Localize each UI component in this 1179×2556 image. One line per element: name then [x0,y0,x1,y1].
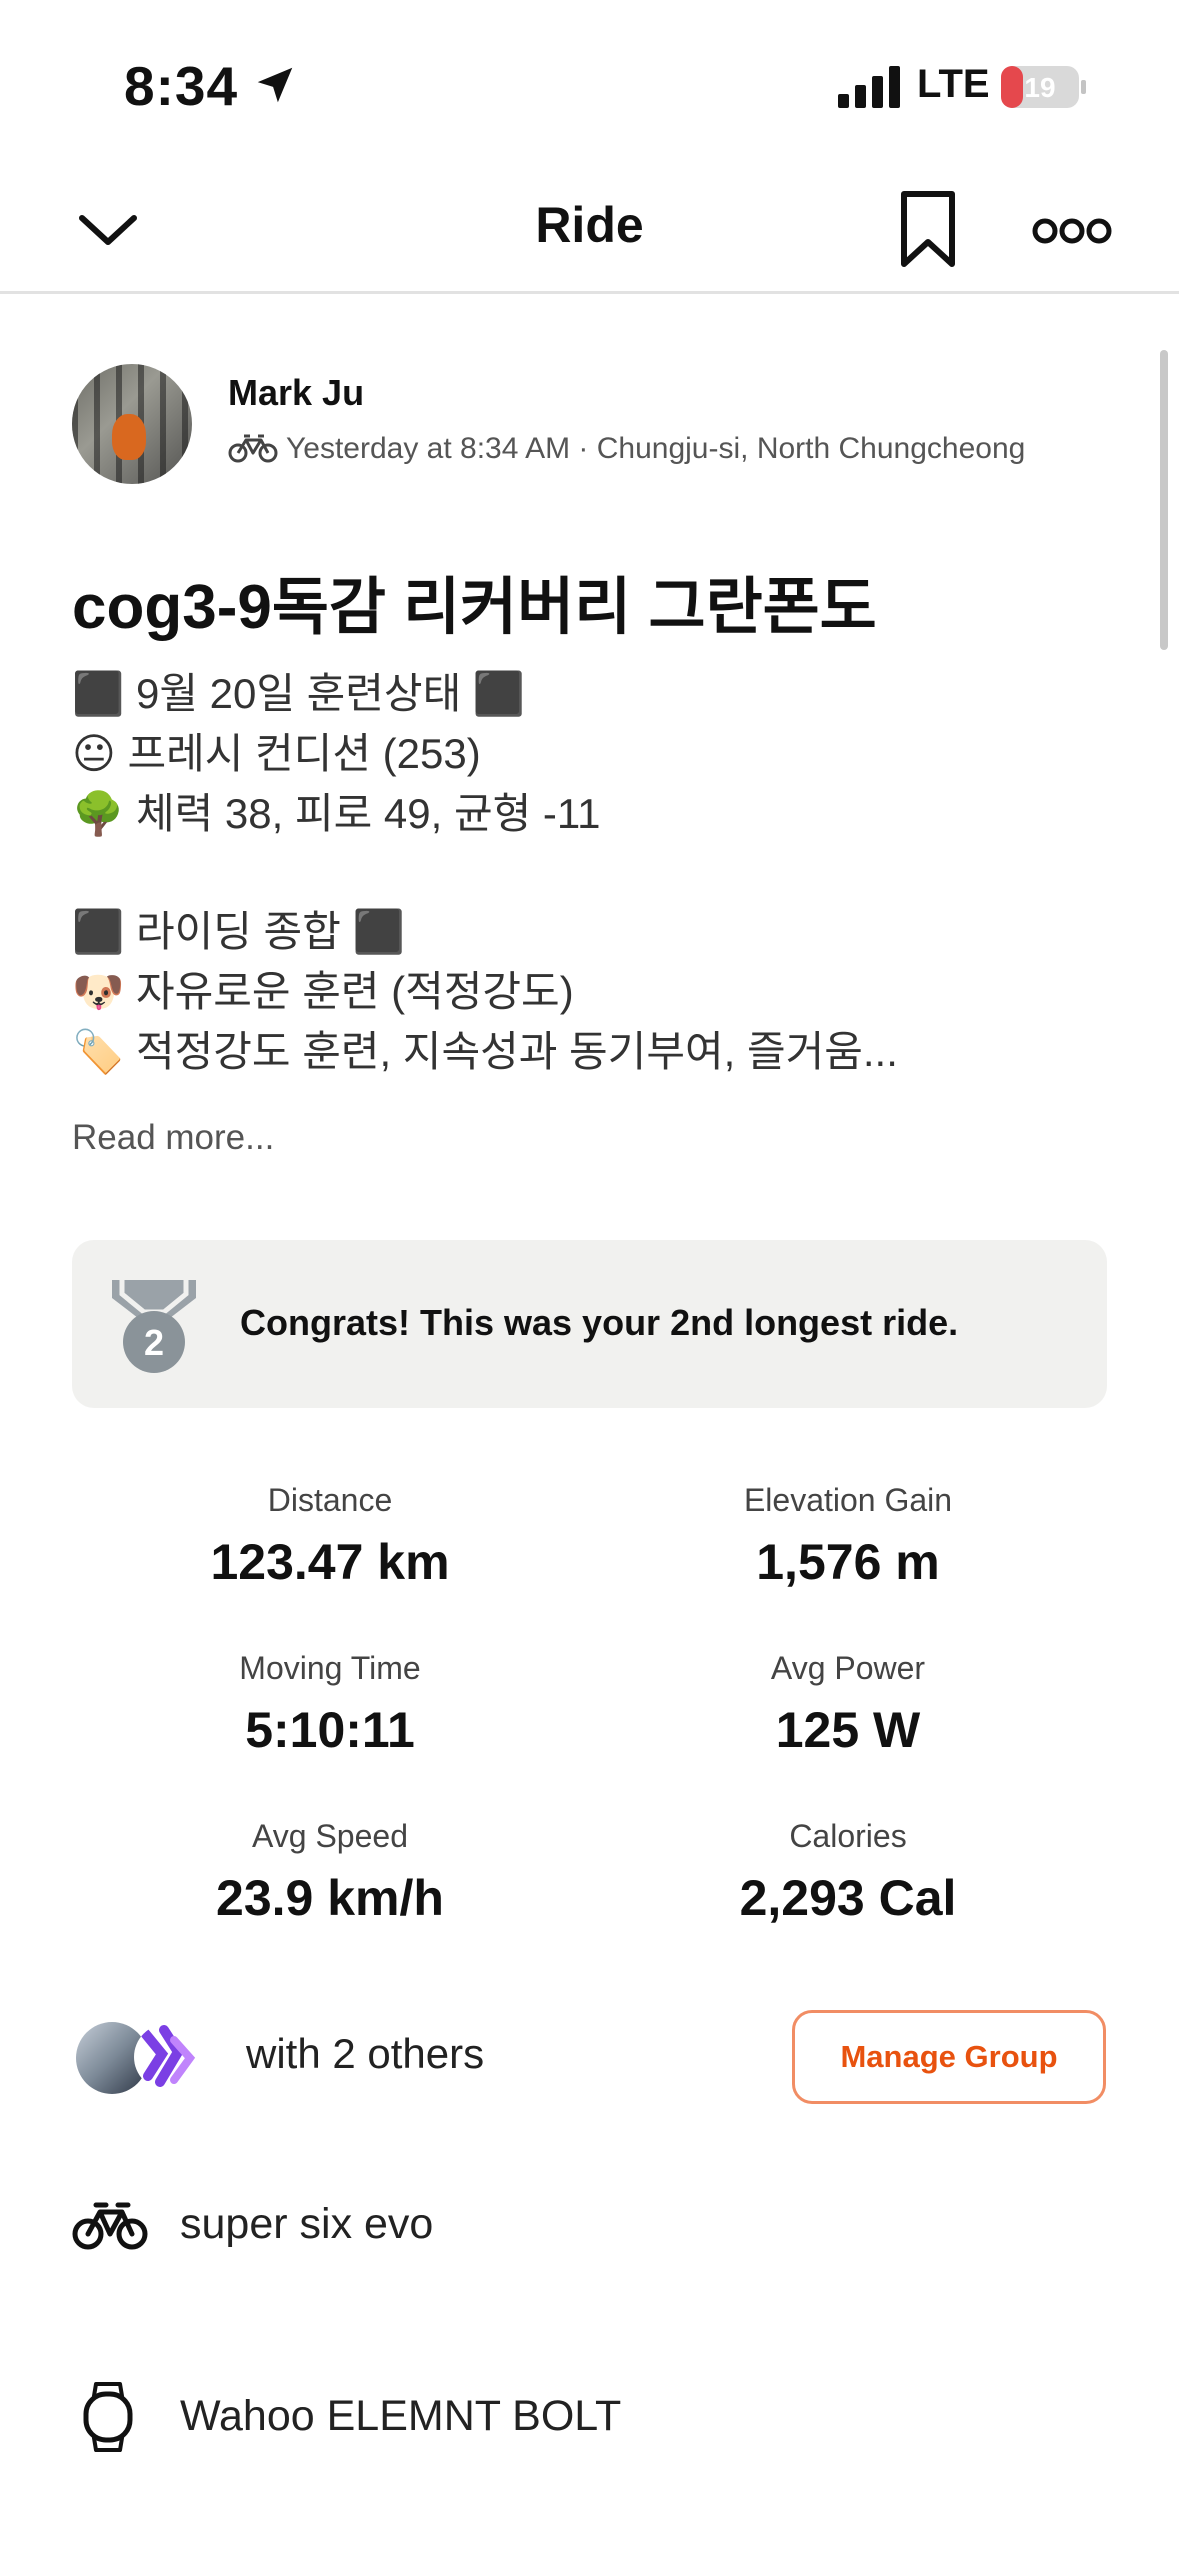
bookmark-icon[interactable] [896,188,960,272]
status-time: 8:34 [124,55,239,117]
stat-elevation: Elevation Gain 1,576 m [588,1482,1108,1591]
description-line: ⬛ 라이딩 종합 ⬛ [72,908,405,955]
status-bar: 8:34 LTE 19 [0,0,1179,170]
battery-icon: 19 [1001,66,1086,108]
description-line: 🌳 체력 38, 피로 49, 균형 -11 [72,790,601,837]
description-line: 🏷️ 적정강도 훈련, 지속성과 동기부여, 즐거움... [72,1028,898,1075]
scrollbar[interactable] [1160,350,1168,650]
activity-title: cog3-9독감 리커버리 그란폰도 [72,573,877,642]
more-icon[interactable] [1032,206,1112,256]
medal-icon: 2 [112,1280,196,1373]
stat-value: 125 W [775,1702,921,1758]
avatar [134,2024,200,2090]
stat-calories: Calories 2,293 Cal [588,1818,1108,1927]
page-title: Ride [535,197,644,253]
description-line: 🐶 자유로운 훈련 (적정강도) [72,968,574,1015]
stat-avg-speed: Avg Speed 23.9 km/h [70,1818,590,1927]
nav-header: Ride [0,170,1179,294]
stat-label: Moving Time [239,1650,421,1686]
device-name: Wahoo ELEMNT BOLT [180,2392,622,2440]
gear-bike-row[interactable]: super six evo [72,2188,1072,2268]
stat-label: Avg Speed [252,1818,408,1854]
stat-avg-power: Avg Power 125 W [588,1650,1108,1759]
stat-distance: Distance 123.47 km [70,1482,590,1591]
description-line: ⬛ 9월 20일 훈련상태 ⬛ [72,670,526,717]
stat-moving-time: Moving Time 5:10:11 [70,1650,590,1759]
avatar[interactable] [72,364,192,484]
stat-value: 5:10:11 [245,1702,415,1758]
bike-icon [72,2202,148,2250]
stat-value: 2,293 Cal [739,1870,957,1926]
manage-group-button[interactable]: Manage Group [792,2010,1106,2104]
gear-device-row[interactable]: Wahoo ELEMNT BOLT [72,2380,1072,2460]
signal-icon [838,66,900,108]
author-name[interactable]: Mark Ju [228,372,364,414]
battery-level: 19 [1024,72,1055,103]
location-arrow-icon [257,67,293,103]
achievement-card[interactable]: 2 Congrats! This was your 2nd longest ri… [72,1240,1107,1408]
stat-label: Avg Power [770,1650,926,1686]
activity-meta: Yesterday at 8:34 AM · Chungju-si, North… [228,432,1025,466]
bike-name: super six evo [180,2200,434,2248]
bike-icon [228,434,278,463]
stat-value: 1,576 m [756,1534,940,1590]
achievement-text: Congrats! This was your 2nd longest ride… [240,1302,959,1343]
stat-label: Elevation Gain [743,1482,953,1518]
watch-icon [83,2382,133,2452]
stat-label: Distance [267,1482,393,1518]
description-line [72,844,1112,902]
stat-value: 23.9 km/h [216,1870,444,1926]
stat-label: Calories [789,1818,907,1854]
group-avatars[interactable] [76,2022,216,2094]
medal-number: 2 [144,1322,164,1363]
stat-value: 123.47 km [210,1534,450,1590]
description-line: 😐 프레시 컨디션 (253) [72,730,481,777]
group-label[interactable]: with 2 others [246,2030,484,2078]
activity-description: ⬛ 9월 20일 훈련상태 ⬛ 😐 프레시 컨디션 (253) 🌳 체력 38,… [72,664,1112,1082]
network-label: LTE [917,62,990,106]
activity-meta-text: Yesterday at 8:34 AM · Chungju-si, North… [286,432,1026,465]
read-more-link[interactable]: Read more... [72,1118,274,1158]
